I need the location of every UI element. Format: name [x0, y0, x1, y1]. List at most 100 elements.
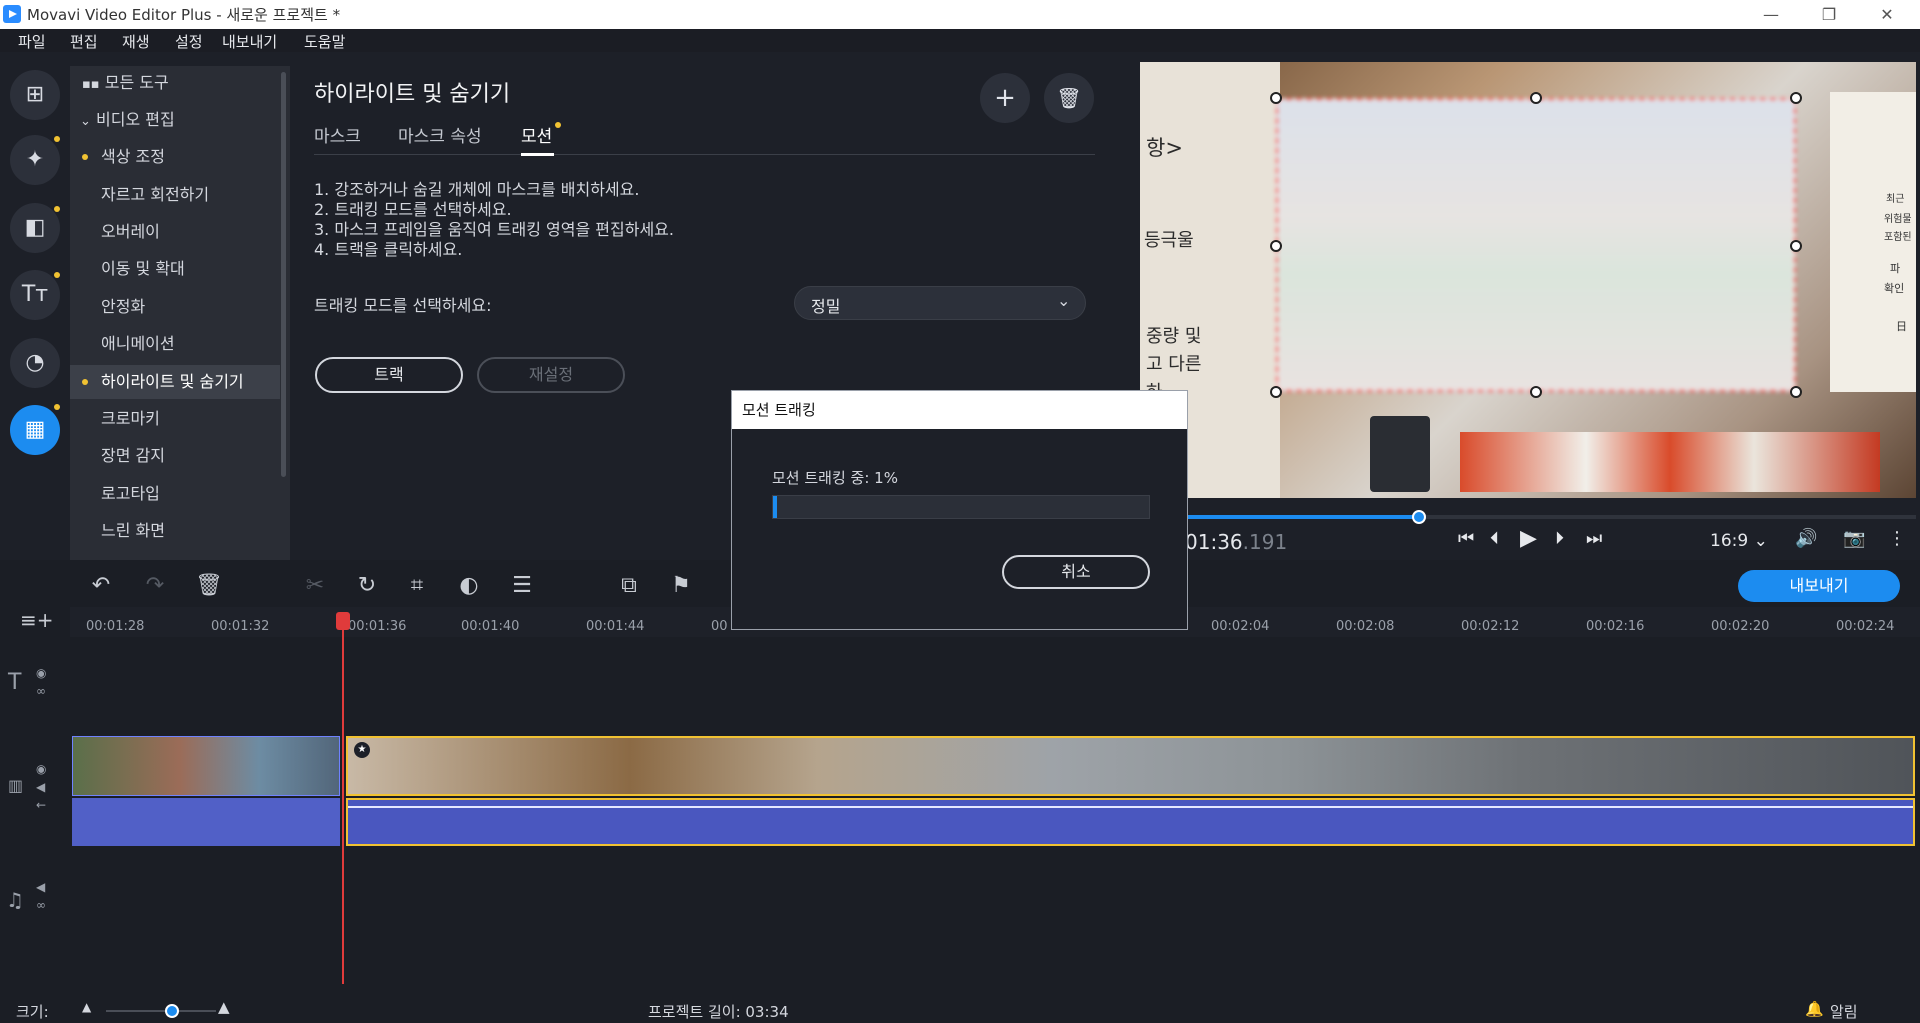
tab-divider — [314, 154, 1095, 155]
more-icon[interactable]: ⋮ — [1888, 528, 1906, 549]
frame-back-icon[interactable]: ⏴ — [1490, 528, 1499, 549]
add-mask-icon[interactable]: + — [980, 73, 1030, 123]
menu-help[interactable]: 도움말 — [304, 31, 345, 52]
volume-line[interactable] — [348, 806, 1913, 808]
export-button[interactable]: 내보내기 — [1738, 570, 1900, 602]
magic-wand-icon[interactable]: ✦ — [10, 135, 60, 185]
cut-icon[interactable]: ✂ — [300, 566, 330, 606]
menu-play[interactable]: 재생 — [122, 31, 150, 52]
stickers-icon[interactable]: ◔ — [10, 338, 60, 388]
link-icon[interactable]: ∞ — [36, 898, 46, 912]
properties-icon[interactable]: ☰ — [507, 566, 537, 606]
tool-slow-motion[interactable]: 느린 화면 — [70, 514, 280, 548]
menu-settings[interactable]: 설정 — [175, 31, 203, 52]
mask-handle[interactable] — [1270, 240, 1282, 252]
undo-icon[interactable]: ↶ — [86, 566, 116, 606]
tool-pan-zoom[interactable]: 이동 및 확대 — [70, 252, 280, 286]
poster-text: 확인 — [1884, 282, 1905, 295]
eye-icon[interactable]: ◉ — [36, 666, 46, 680]
mask-handle[interactable] — [1790, 386, 1802, 398]
redo-icon[interactable]: ↷ — [140, 566, 170, 606]
playhead-handle[interactable] — [336, 612, 350, 630]
frame-forward-icon[interactable]: ⏵ — [1555, 528, 1564, 549]
more-tools-icon[interactable]: ▦ — [10, 405, 60, 455]
tracking-mode-select[interactable]: 정밀 ⌄ — [794, 286, 1086, 320]
audio-waveform[interactable] — [72, 798, 340, 846]
skip-start-icon[interactable]: ⏮ — [1458, 528, 1474, 549]
tab-mask[interactable]: 마스크 — [314, 122, 361, 147]
titles-icon[interactable]: Tт — [10, 270, 60, 320]
tool-animation[interactable]: 애니메이션 — [70, 327, 280, 361]
crop-icon[interactable]: ⌗ — [402, 566, 432, 606]
reset-button[interactable]: 재설정 — [477, 357, 625, 393]
menu-file[interactable]: 파일 — [18, 31, 46, 52]
instructions: 1. 강조하거나 숨길 개체에 마스크를 배치하세요. 2. 트래킹 모드를 선… — [314, 180, 674, 260]
menu-export[interactable]: 내보내기 — [222, 31, 277, 52]
poster-text: 포함된 — [1884, 232, 1912, 243]
tool-highlight-conceal[interactable]: 하이라이트 및 숨기기 — [70, 365, 280, 399]
close-icon[interactable]: ✕ — [1858, 0, 1916, 29]
audio-waveform-selected[interactable] — [346, 798, 1915, 846]
blur-mask[interactable] — [1276, 98, 1796, 392]
zoom-out-icon[interactable]: ▲ — [82, 1000, 91, 1014]
tool-scene-detect[interactable]: 장면 감지 — [70, 439, 280, 473]
restore-icon[interactable]: ❐ — [1800, 0, 1858, 29]
tab-mask-properties[interactable]: 마스크 속성 — [398, 122, 482, 147]
playhead[interactable] — [342, 612, 344, 984]
eye-icon[interactable]: ◉ — [36, 762, 46, 776]
mask-handle[interactable] — [1270, 92, 1282, 104]
trash-icon[interactable]: 🗑 — [1044, 73, 1094, 123]
transitions-icon[interactable]: ◧ — [10, 203, 60, 253]
aspect-ratio-select[interactable]: 16:9 ⌄ — [1710, 531, 1768, 551]
video-edit-group[interactable]: ⌄ 비디오 편집 — [70, 103, 280, 137]
color-adjust-icon[interactable]: ◐ — [454, 566, 484, 606]
all-tools-item[interactable]: ▪▪ 모든 도구 — [70, 66, 280, 100]
mask-handle[interactable] — [1790, 92, 1802, 104]
zoom-slider-knob[interactable] — [165, 1004, 179, 1018]
link-icon[interactable]: ← — [36, 798, 46, 812]
video-clip[interactable] — [72, 736, 340, 796]
snapshot-icon[interactable]: 📷 — [1843, 528, 1865, 549]
panel-title: 하이라이트 및 숨기기 — [314, 82, 511, 107]
mask-handle[interactable] — [1530, 386, 1542, 398]
tool-stabilize[interactable]: 안정화 — [70, 290, 280, 324]
marker-icon[interactable]: ⚑ — [666, 566, 696, 606]
volume-icon[interactable]: ◀ — [36, 780, 45, 794]
rotate-icon[interactable]: ↻ — [352, 566, 382, 606]
tool-overlay[interactable]: 오버레이 — [70, 215, 280, 249]
video-clip-selected[interactable]: ★ — [346, 736, 1915, 796]
scrubber-knob[interactable] — [1412, 510, 1427, 524]
preview-scrubber[interactable] — [1140, 515, 1916, 519]
poster-text: 위험물 — [1884, 214, 1912, 225]
grid-icon: ▪▪ — [82, 77, 100, 92]
track-button[interactable]: 트랙 — [315, 357, 463, 393]
menu-edit[interactable]: 편집 — [70, 31, 98, 52]
tab-motion[interactable]: 모션 — [521, 122, 552, 147]
tool-crop-rotate[interactable]: 자르고 회전하기 — [70, 178, 280, 212]
skip-end-icon[interactable]: ⏭ — [1586, 528, 1602, 549]
minimize-icon[interactable]: — — [1742, 0, 1800, 29]
tool-chroma-key[interactable]: 크로마키 — [70, 402, 280, 436]
tool-logo[interactable]: 로고타입 — [70, 477, 280, 511]
delete-icon[interactable]: 🗑 — [194, 566, 224, 606]
zoom-in-icon[interactable]: ▲ — [218, 998, 230, 1016]
link-icon[interactable]: ∞ — [36, 684, 46, 698]
status-bar: 크기: ▲ ▲ 프로젝트 길이: 03:34 🔔 알림 — [0, 998, 1920, 1023]
mask-handle[interactable] — [1270, 386, 1282, 398]
tool-color-adjust[interactable]: 색상 조정 — [70, 140, 280, 174]
video-preview[interactable]: 항> 등극울 중량 및 고 다른 하 최근 위험물 포함된 파 확인 日 — [1140, 62, 1916, 498]
bell-icon[interactable]: 🔔 — [1805, 1000, 1824, 1018]
import-icon[interactable]: ⊞ — [10, 70, 60, 120]
volume-icon[interactable]: ◀ — [36, 880, 45, 894]
tools-scrollbar[interactable] — [281, 72, 286, 477]
zoom-slider[interactable] — [106, 1010, 216, 1012]
volume-icon[interactable]: 🔊 — [1795, 528, 1817, 549]
notifications-label[interactable]: 알림 — [1830, 1001, 1858, 1022]
overlay-icon[interactable]: ⧉ — [614, 566, 644, 606]
mask-handle[interactable] — [1790, 240, 1802, 252]
sign-text: 등극울 — [1144, 230, 1194, 251]
add-track-icon[interactable]: ≡+ — [20, 608, 54, 632]
play-icon[interactable]: ▶ — [1520, 526, 1537, 551]
mask-handle[interactable] — [1530, 92, 1542, 104]
cancel-button[interactable]: 취소 — [1002, 555, 1150, 589]
